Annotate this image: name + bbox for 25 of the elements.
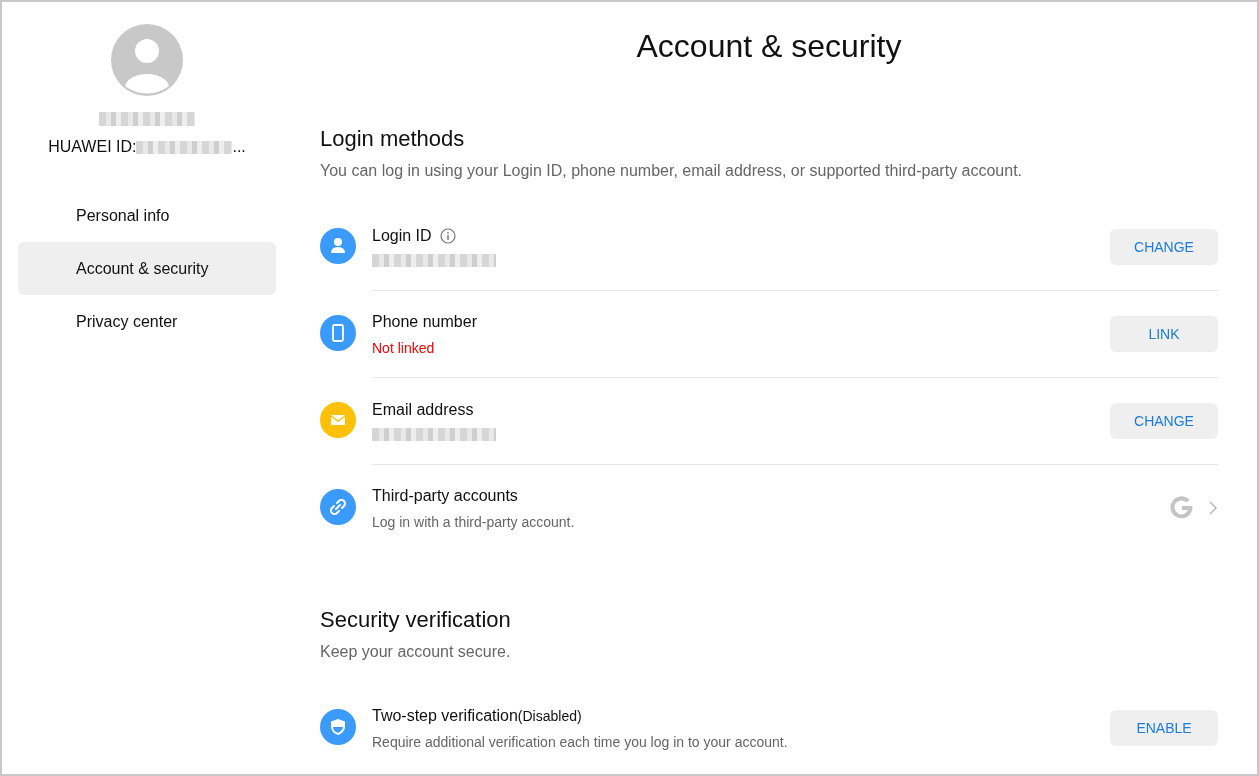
sidebar-item[interactable]: Privacy center: [18, 295, 276, 348]
row-description: Require additional verification each time you log in to your account.: [372, 733, 788, 750]
sidebar-item[interactable]: Personal info: [18, 189, 276, 242]
action-button[interactable]: LINK: [1110, 316, 1218, 352]
section-description: You can log in using your Login ID, phone number, email address, or supported third-party account.: [320, 162, 1024, 180]
section-heading: Login methods: [320, 125, 466, 153]
row-label: Third-party accounts: [372, 486, 518, 505]
ellipsis-text: ...: [232, 138, 246, 156]
action-button[interactable]: ENABLE: [1110, 710, 1218, 746]
row-label: Phone number: [372, 312, 477, 331]
status-text: (Disabled): [517, 707, 582, 724]
page-title: Account & security: [635, 27, 903, 66]
row-label: Email address: [372, 401, 474, 419]
row-description: Log in with a third-party account.: [372, 513, 575, 530]
row-label: Login ID: [372, 227, 432, 245]
sidebar-item[interactable]: Account & security: [18, 242, 276, 295]
row-label: Two-step verification: [372, 706, 518, 725]
info-icon[interactable]: [439, 228, 456, 244]
id-label: HUAWEI ID:: [48, 138, 137, 156]
avatar-icon: [111, 24, 183, 96]
section-description: Keep your account secure.: [320, 643, 512, 661]
action-button[interactable]: CHANGE: [1110, 229, 1218, 265]
warning-text: Not linked: [372, 339, 436, 356]
section-heading: Security verification: [320, 606, 512, 634]
action-button[interactable]: CHANGE: [1110, 403, 1218, 439]
